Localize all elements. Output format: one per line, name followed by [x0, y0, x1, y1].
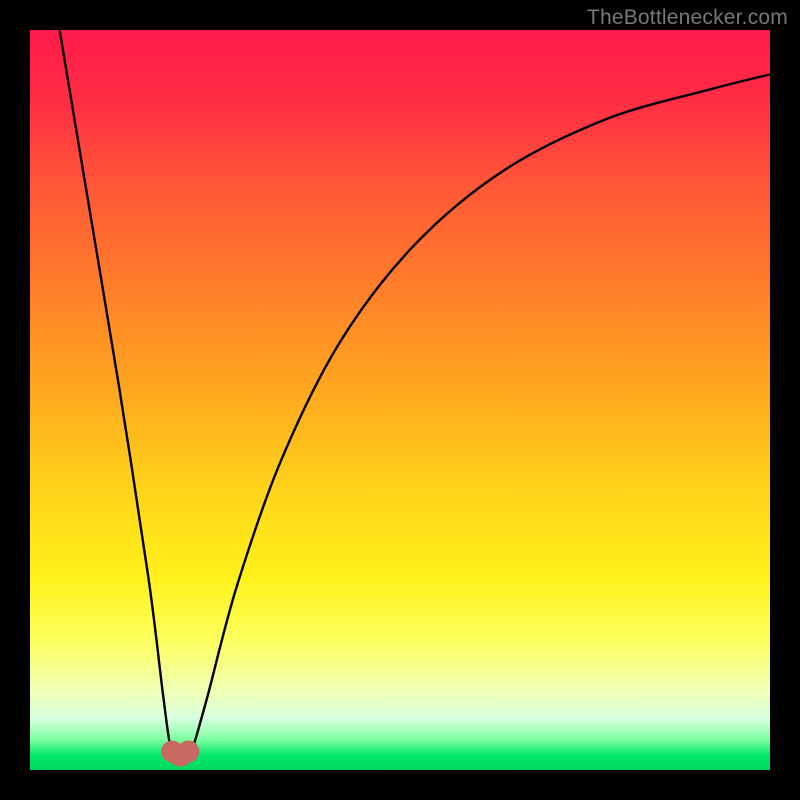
bottleneck-line — [60, 30, 770, 764]
bottleneck-curve — [30, 30, 770, 770]
plot-area — [30, 30, 770, 770]
optimum-marker-1 — [177, 741, 199, 763]
chart-frame: TheBottlenecker.com — [0, 0, 800, 800]
watermark-text: TheBottlenecker.com — [587, 6, 788, 30]
